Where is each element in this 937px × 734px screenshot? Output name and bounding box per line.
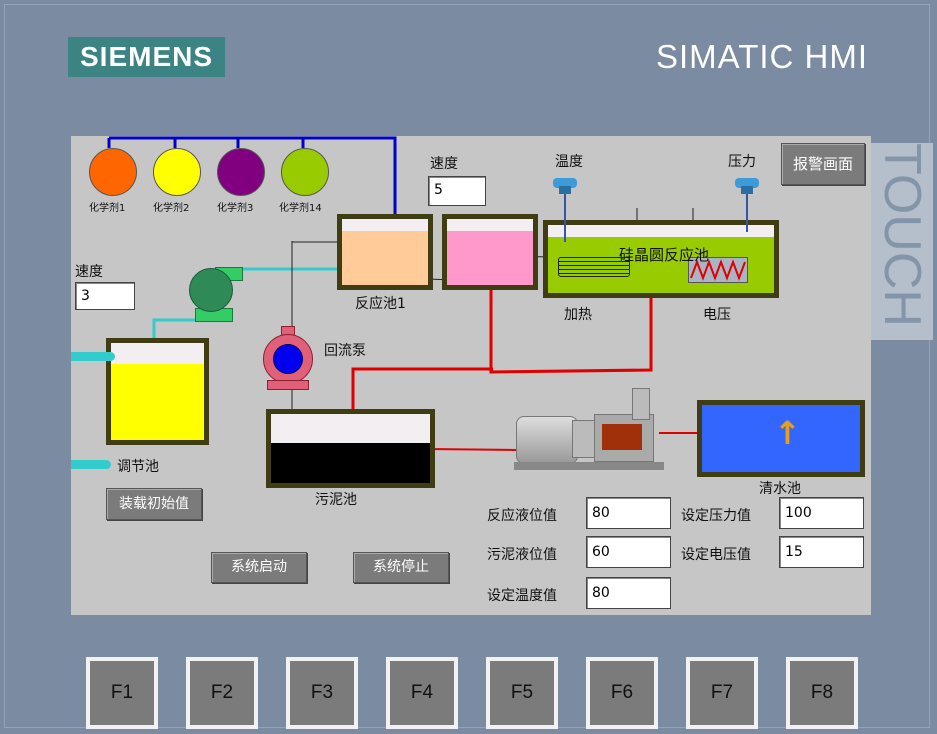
return-pump-icon[interactable] xyxy=(261,326,315,392)
speed-left-input[interactable]: 3 xyxy=(75,282,135,310)
temperature-label: 温度 xyxy=(555,154,583,170)
wafer-tank-label: 硅晶圆反应池 xyxy=(619,246,710,264)
reaction-level-label: 反应液位值 xyxy=(487,508,557,524)
adjust-tank-label: 调节池 xyxy=(117,459,159,475)
speed-top-label: 速度 xyxy=(430,156,458,172)
sludge-level-label: 污泥液位值 xyxy=(487,547,557,563)
speed-left-label: 速度 xyxy=(75,264,103,280)
adjust-outlet-pipe xyxy=(71,460,111,469)
f4-key[interactable]: F4 xyxy=(386,657,458,729)
flow-up-arrow-icon: ↑ xyxy=(774,414,801,452)
chemical-3-tank[interactable] xyxy=(217,148,265,196)
chemical-1-label: 化学剂1 xyxy=(89,203,126,214)
pressure-sensor-icon xyxy=(731,176,763,232)
alarm-screen-button[interactable]: 报警画面 xyxy=(781,143,865,185)
pressure-label: 压力 xyxy=(728,154,756,170)
reaction-tank-1[interactable] xyxy=(337,214,433,290)
heating-label: 加热 xyxy=(564,307,592,323)
set-pressure-label: 设定压力值 xyxy=(681,508,751,524)
sludge-level-input[interactable]: 60 xyxy=(586,536,671,568)
f8-key-label: F8 xyxy=(790,661,854,725)
hmi-frame: SIEMENS SIMATIC HMI TOUCH 化学剂1 化学剂2 化学剂3… xyxy=(0,0,937,734)
chemical-4-label: 化学剂14 xyxy=(279,203,322,214)
sludge-tank-label: 污泥池 xyxy=(315,492,357,508)
f3-key-label: F3 xyxy=(290,661,354,725)
set-voltage-label: 设定电压值 xyxy=(681,547,751,563)
return-pump-label: 回流泵 xyxy=(324,343,366,359)
pink-tank[interactable] xyxy=(442,214,538,290)
set-voltage-input[interactable]: 15 xyxy=(779,536,864,568)
f7-key[interactable]: F7 xyxy=(686,657,758,729)
system-start-button[interactable]: 系统启动 xyxy=(211,552,307,583)
voltage-label: 电压 xyxy=(703,307,731,323)
simatic-hmi-title: SIMATIC HMI xyxy=(656,38,869,75)
touch-label: TOUCH xyxy=(871,143,933,340)
temperature-sensor-icon xyxy=(549,176,581,242)
feed-pump-icon[interactable] xyxy=(187,264,243,324)
f1-key[interactable]: F1 xyxy=(86,657,158,729)
f2-key[interactable]: F2 xyxy=(186,657,258,729)
set-temperature-input[interactable]: 80 xyxy=(586,577,671,609)
siemens-logo: SIEMENS xyxy=(68,37,225,77)
reaction-tank-1-label: 反应池1 xyxy=(355,296,406,312)
f1-key-label: F1 xyxy=(90,661,154,725)
reaction-level-input[interactable]: 80 xyxy=(586,497,671,529)
clear-water-tank[interactable]: ↑ xyxy=(697,400,865,477)
f5-key[interactable]: F5 xyxy=(486,657,558,729)
system-stop-button[interactable]: 系统停止 xyxy=(353,552,449,583)
chemical-3-label: 化学剂3 xyxy=(217,203,254,214)
motor-pump-icon[interactable] xyxy=(514,386,664,474)
f5-key-label: F5 xyxy=(490,661,554,725)
f3-key[interactable]: F3 xyxy=(286,657,358,729)
f6-key-label: F6 xyxy=(590,661,654,725)
set-pressure-input[interactable]: 100 xyxy=(779,497,864,529)
f8-key[interactable]: F8 xyxy=(786,657,858,729)
chemical-2-tank[interactable] xyxy=(153,148,201,196)
set-temperature-label: 设定温度值 xyxy=(487,588,557,604)
hmi-screen: 化学剂1 化学剂2 化学剂3 化学剂14 速度 3 速度 5 回流泵 反应池1 xyxy=(71,136,871,615)
f4-key-label: F4 xyxy=(390,661,454,725)
speed-top-input[interactable]: 5 xyxy=(428,176,486,206)
adjust-tank[interactable] xyxy=(106,338,209,445)
red-pipe-reaction xyxy=(489,289,653,374)
load-initial-values-button[interactable]: 装载初始值 xyxy=(106,488,202,520)
chemical-1-tank[interactable] xyxy=(89,148,137,196)
sludge-tank[interactable] xyxy=(266,409,435,488)
clear-water-tank-label: 清水池 xyxy=(759,481,801,497)
chemical-2-label: 化学剂2 xyxy=(153,203,190,214)
adjust-inlet-pipe xyxy=(71,352,115,361)
f7-key-label: F7 xyxy=(690,661,754,725)
f2-key-label: F2 xyxy=(190,661,254,725)
chemical-4-tank[interactable] xyxy=(281,148,329,196)
red-pipe-sludge-motor xyxy=(426,448,518,451)
f6-key[interactable]: F6 xyxy=(586,657,658,729)
